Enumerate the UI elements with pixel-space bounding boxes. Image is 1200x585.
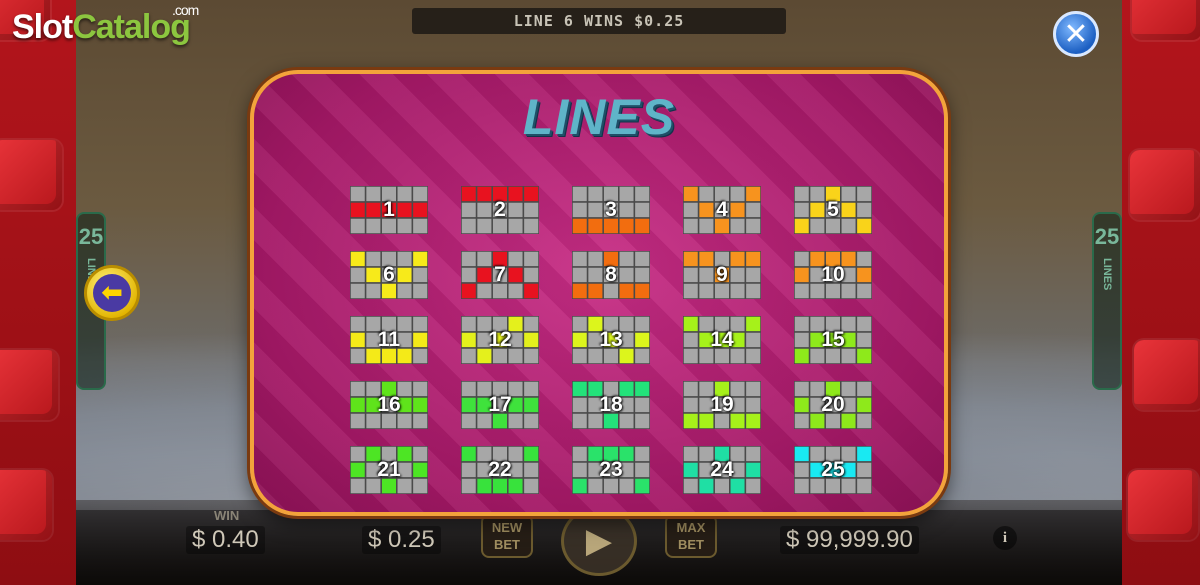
panel-title: LINES (522, 89, 676, 145)
logo-slot-text: Slot (12, 8, 73, 46)
info-button[interactable]: i (993, 526, 1017, 550)
payline-card: 16 (350, 381, 428, 429)
payline-number: 3 (605, 198, 617, 221)
payline-number: 4 (716, 198, 728, 221)
spin-button[interactable]: ▶ (561, 506, 637, 576)
max-bet-line1: MAX (676, 520, 706, 535)
payline-number: 10 (821, 263, 845, 286)
payline-card: 17 (461, 381, 539, 429)
payline-number: 6 (383, 263, 395, 286)
payline-card: 22 (461, 446, 539, 494)
payline-card: 15 (794, 316, 872, 364)
payline-number: 8 (605, 263, 617, 286)
right-lines-indicator: 25 LINES (1092, 212, 1122, 390)
new-bet-line2: BET (494, 537, 520, 552)
payline-number: 24 (710, 458, 734, 481)
payline-card: 14 (683, 316, 761, 364)
payline-number: 1 (383, 198, 395, 221)
back-button[interactable]: ⬅ (84, 265, 140, 321)
payline-number: 17 (488, 393, 512, 416)
payline-number: 15 (821, 328, 845, 351)
die-decoration (0, 140, 62, 210)
bet-value: $ 0.25 (362, 526, 441, 554)
payline-card: 20 (794, 381, 872, 429)
new-bet-button[interactable]: NEW BET (481, 514, 533, 558)
payline-card: 4 (683, 186, 761, 234)
arrow-left-icon: ⬅ (93, 274, 131, 312)
max-bet-line2: BET (678, 537, 704, 552)
payline-number: 9 (716, 263, 728, 286)
win-value: $ 0.40 (186, 526, 265, 554)
payline-number: 23 (599, 458, 623, 481)
payline-number: 19 (710, 393, 734, 416)
payline-number: 18 (599, 393, 623, 416)
payline-number: 20 (821, 393, 845, 416)
die-decoration (0, 350, 58, 420)
payline-card: 21 (350, 446, 428, 494)
payline-card: 10 (794, 251, 872, 299)
max-bet-button[interactable]: MAX BET (665, 514, 717, 558)
die-decoration (1130, 150, 1200, 220)
lines-count: 25 (1094, 224, 1120, 249)
payline-card: 6 (350, 251, 428, 299)
payline-card: 11 (350, 316, 428, 364)
die-decoration (0, 470, 52, 540)
payline-number: 14 (710, 328, 734, 351)
payline-card: 13 (572, 316, 650, 364)
payline-card: 2 (461, 186, 539, 234)
payline-card: 1 (350, 186, 428, 234)
payline-card: 19 (683, 381, 761, 429)
lines-paytable-panel: LINES 1 2 3 4 5 6 7 8 9 10 11 12 13 14 15 16 17 18 19 20 21 2… (250, 70, 948, 516)
payline-number: 22 (488, 458, 512, 481)
payline-card: 12 (461, 316, 539, 364)
win-message-banner: LINE 6 WINS $0.25 (412, 8, 786, 34)
die-decoration (1134, 340, 1200, 410)
credits-value: $ 99,999.90 (780, 526, 919, 554)
payline-number: 21 (377, 458, 401, 481)
payline-card: 5 (794, 186, 872, 234)
payline-number: 11 (377, 328, 401, 351)
payline-card: 24 (683, 446, 761, 494)
payline-number: 25 (821, 458, 845, 481)
slotcatalog-logo: SlotCatalog .com (12, 2, 199, 47)
payline-number: 12 (488, 328, 512, 351)
payline-card: 23 (572, 446, 650, 494)
die-decoration (1128, 470, 1198, 540)
new-bet-line1: NEW (491, 520, 523, 535)
payline-number: 7 (494, 263, 506, 286)
payline-card: 7 (461, 251, 539, 299)
payline-number: 13 (599, 328, 623, 351)
payline-number: 5 (827, 198, 839, 221)
win-label: WIN (214, 508, 240, 523)
payline-number: 2 (494, 198, 506, 221)
payline-card: 25 (794, 446, 872, 494)
play-icon: ▶ (585, 521, 613, 561)
lines-count: 25 (78, 224, 104, 249)
payline-card: 3 (572, 186, 650, 234)
payline-card: 18 (572, 381, 650, 429)
logo-com-text: .com (172, 2, 199, 18)
left-dice-decoration (0, 0, 76, 585)
payline-card: 8 (572, 251, 650, 299)
right-dice-decoration (1122, 0, 1200, 585)
close-button[interactable]: ✕ (1053, 11, 1099, 57)
die-decoration (1132, 0, 1200, 40)
lines-word: LINES (1101, 258, 1113, 291)
close-icon: ✕ (1063, 16, 1089, 52)
payline-card: 9 (683, 251, 761, 299)
payline-number: 16 (377, 393, 401, 416)
